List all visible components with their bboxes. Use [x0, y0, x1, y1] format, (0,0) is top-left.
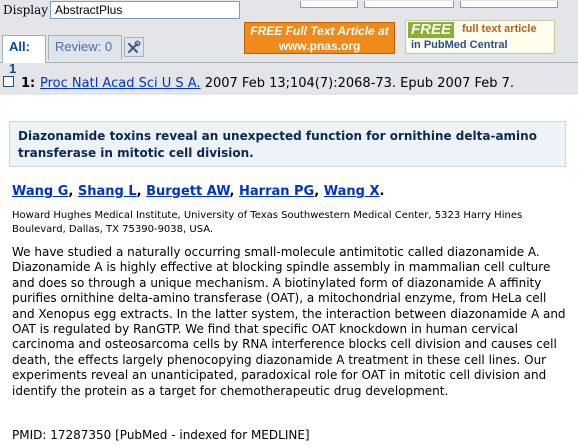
pnas-banner-line1: FREE Full Text Article at [250, 24, 389, 38]
author-list: Wang G, Shang L, Burgett AW, Harran PG, … [12, 184, 385, 199]
abstract-text: We have studied a naturally occurring sm… [12, 245, 566, 398]
pnas-full-text-banner[interactable]: FREE Full Text Article at www.pnas.org [244, 22, 395, 54]
wrench-icon [127, 40, 141, 54]
display-row: Display AbstractPlus [0, 0, 578, 22]
author-link[interactable]: Shang L [78, 184, 137, 199]
pnas-banner-line2: www.pnas.org [278, 39, 361, 53]
author-link[interactable]: Wang G [12, 184, 68, 199]
pmc-banner-line2: in PubMed Central [411, 39, 508, 51]
display-label: Display [3, 3, 49, 17]
tab-review[interactable]: Review: 0 [48, 35, 122, 60]
citation-row: 1: Proc Natl Acad Sci U S A. 2007 Feb 13… [0, 72, 578, 94]
sort-by-select[interactable] [364, 1, 454, 8]
journal-link[interactable]: Proc Natl Acad Sci U S A. [40, 76, 201, 91]
citation-number: 1: [21, 76, 36, 91]
pmc-free-badge: FREE [408, 22, 455, 38]
pmc-banner-line1: full text article [462, 23, 537, 35]
pmid-line: PMID: 17287350 [PubMed - indexed for MED… [12, 428, 310, 442]
show-count-select[interactable] [300, 1, 358, 8]
author-link[interactable]: Harran PG [239, 184, 314, 199]
article-title: Diazonamide toxins reveal an unexpected … [9, 121, 566, 167]
author-link[interactable]: Burgett AW [146, 184, 229, 199]
tab-all[interactable]: All: 1 [2, 35, 46, 76]
send-to-select[interactable] [460, 1, 558, 8]
author-affiliation: Howard Hughes Medical Institute, Univers… [12, 210, 523, 235]
pmc-full-text-banner[interactable]: FREE full text article in PubMed Central [405, 20, 555, 54]
tools-tab[interactable] [124, 37, 144, 57]
select-citation-checkbox[interactable] [3, 76, 14, 87]
author-link[interactable]: Wang X [324, 184, 380, 199]
display-format-select[interactable]: AbstractPlus [50, 1, 240, 19]
citation-text: Proc Natl Acad Sci U S A. 2007 Feb 13;10… [40, 76, 514, 91]
citation-details: 2007 Feb 13;104(7):2068-73. Epub 2007 Fe… [200, 76, 515, 91]
